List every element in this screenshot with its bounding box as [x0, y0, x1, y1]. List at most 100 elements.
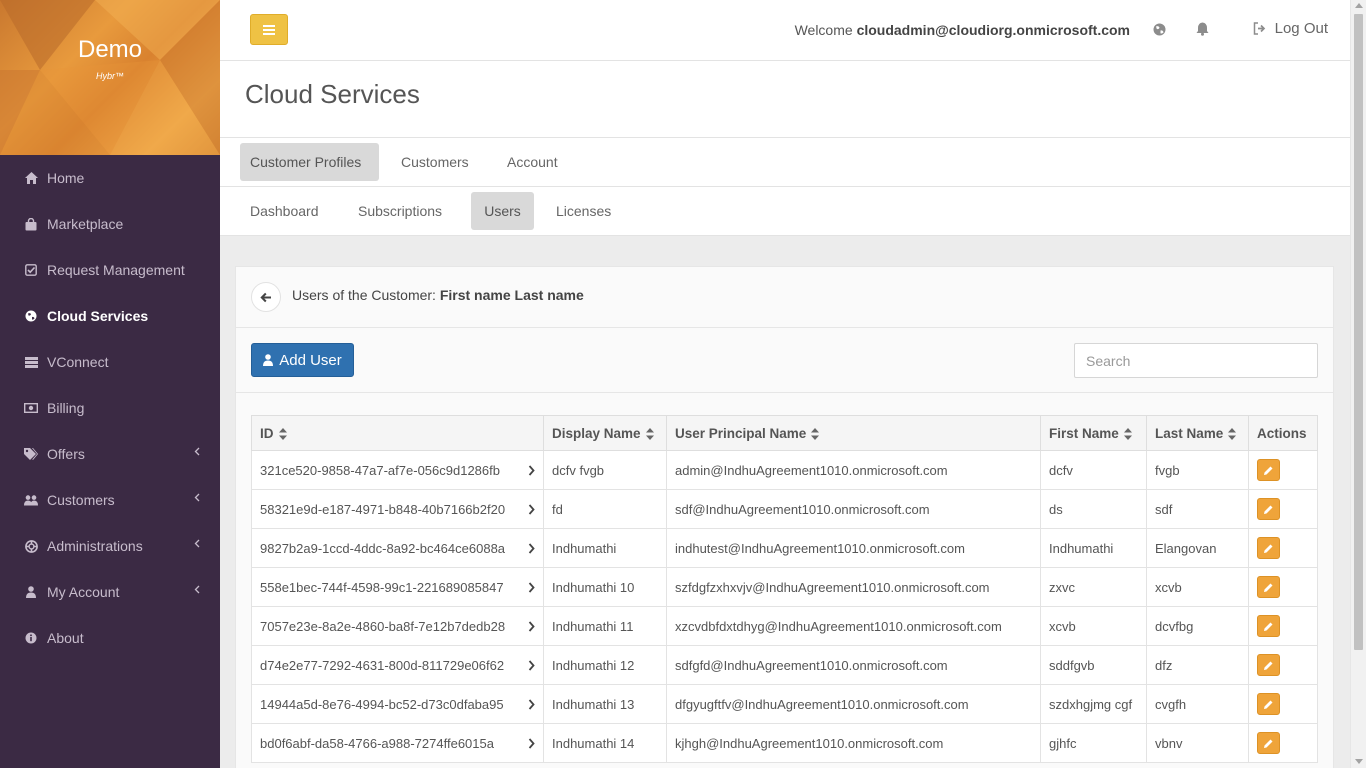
column-header-display-name[interactable]: Display Name: [543, 415, 667, 451]
cell-id: 58321e9d-e187-4971-b848-40b7166b2f20: [251, 489, 544, 529]
page-scrollbar[interactable]: [1350, 0, 1366, 768]
cell-user-principal-name: indhutest@IndhuAgreement1010.onmicrosoft…: [666, 528, 1041, 568]
cell-id: 558e1bec-744f-4598-99c1-221689085847: [251, 567, 544, 607]
sidebar-item-request-management[interactable]: Request Management: [0, 247, 220, 293]
tab-licenses[interactable]: Licenses: [546, 192, 621, 230]
money-icon: [24, 401, 38, 415]
sidebar-item-billing[interactable]: Billing: [0, 385, 220, 431]
search-input[interactable]: [1074, 343, 1318, 378]
pencil-icon: [1264, 505, 1273, 514]
sort-icon: [645, 427, 654, 440]
customer-name: First name Last name: [439, 287, 584, 303]
sort-icon: [278, 427, 287, 440]
scroll-up-icon[interactable]: [1355, 3, 1363, 8]
table-row: 58321e9d-e187-4971-b848-40b7166b2f20 fd …: [251, 489, 1318, 529]
cell-actions: [1248, 450, 1318, 490]
chevron-right-icon[interactable]: [528, 465, 535, 476]
cell-id: 9827b2a9-1ccd-4ddc-8a92-bc464ce6088a: [251, 528, 544, 568]
info-icon: [24, 631, 38, 645]
cell-display-name: Indhumathi 10: [543, 567, 667, 607]
chevron-right-icon[interactable]: [528, 699, 535, 710]
sidebar-item-label: Customers: [47, 492, 115, 508]
edit-button[interactable]: [1257, 537, 1280, 559]
tab-customers[interactable]: Customers: [391, 143, 479, 181]
cell-actions: [1248, 684, 1318, 724]
sidebar-item-vconnect[interactable]: VConnect: [0, 339, 220, 385]
welcome-prefix: Welcome: [794, 22, 853, 38]
logout-button[interactable]: Log Out: [1253, 20, 1328, 37]
sidebar-item-label: VConnect: [47, 354, 109, 370]
chevron-right-icon[interactable]: [528, 504, 535, 515]
logout-label: Log Out: [1274, 20, 1328, 37]
page-title: Cloud Services: [245, 79, 420, 109]
cell-display-name: dcfv fvgb: [543, 450, 667, 490]
edit-button[interactable]: [1257, 693, 1280, 715]
cell-last-name: dfz: [1146, 645, 1249, 685]
cell-first-name: sddfgvb: [1040, 645, 1147, 685]
add-user-button[interactable]: Add User: [251, 343, 354, 377]
chevron-right-icon[interactable]: [528, 660, 535, 671]
edit-button[interactable]: [1257, 576, 1280, 598]
users-table: ID Display Name User Principal Name Firs…: [251, 415, 1318, 763]
cell-first-name: zxvc: [1040, 567, 1147, 607]
table-row: 14944a5d-8e76-4994-bc52-d73c0dfaba95 Ind…: [251, 684, 1318, 724]
tab-dashboard[interactable]: Dashboard: [240, 192, 329, 230]
edit-button[interactable]: [1257, 654, 1280, 676]
user-icon: [24, 585, 38, 599]
sidebar-item-my-account[interactable]: My Account: [0, 569, 220, 615]
edit-button[interactable]: [1257, 732, 1280, 754]
edit-button[interactable]: [1257, 615, 1280, 637]
chevron-right-icon[interactable]: [528, 738, 535, 749]
page-header: Cloud Services: [220, 61, 1350, 138]
panel-header: Users of the Customer: First name Last n…: [236, 267, 1333, 328]
cell-last-name: sdf: [1146, 489, 1249, 529]
edit-button[interactable]: [1257, 459, 1280, 481]
table-row: 321ce520-9858-47a7-af7e-056c9d1286fb dcf…: [251, 450, 1318, 490]
notifications-button[interactable]: [1194, 21, 1210, 37]
sidebar-item-about[interactable]: About: [0, 615, 220, 661]
shopping-bag-icon: [24, 217, 38, 231]
edit-button[interactable]: [1257, 498, 1280, 520]
sidebar-item-customers[interactable]: Customers: [0, 477, 220, 523]
cell-actions: [1248, 528, 1318, 568]
sidebar-item-cloud-services[interactable]: Cloud Services: [0, 293, 220, 339]
tab-customer-profiles[interactable]: Customer Profiles: [240, 143, 379, 181]
tab-users[interactable]: Users: [471, 192, 534, 230]
sidebar-item-offers[interactable]: Offers: [0, 431, 220, 477]
cell-first-name: szdxhgjmg cgf: [1040, 684, 1147, 724]
welcome-text: Welcome cloudadmin@cloudiorg.onmicrosoft…: [795, 22, 1130, 38]
cell-user-principal-name: kjhgh@IndhuAgreement1010.onmicrosoft.com: [666, 723, 1041, 763]
chevron-right-icon[interactable]: [528, 621, 535, 632]
tags-icon: [24, 447, 38, 461]
sidebar-nav: Home Marketplace Request Management Clou…: [0, 155, 220, 661]
sidebar-item-marketplace[interactable]: Marketplace: [0, 201, 220, 247]
back-button[interactable]: [251, 282, 281, 312]
tab-subscriptions[interactable]: Subscriptions: [348, 192, 452, 230]
scroll-down-icon[interactable]: [1355, 759, 1363, 764]
cell-display-name: Indhumathi 12: [543, 645, 667, 685]
column-header-user-principal-name[interactable]: User Principal Name: [666, 415, 1041, 451]
brand-header: Demo Hybr™: [0, 0, 220, 155]
cell-actions: [1248, 489, 1318, 529]
cell-id: 14944a5d-8e76-4994-bc52-d73c0dfaba95: [251, 684, 544, 724]
sidebar-item-home[interactable]: Home: [0, 155, 220, 201]
chevron-right-icon[interactable]: [528, 582, 535, 593]
column-header-id[interactable]: ID: [251, 415, 544, 451]
lifebuoy-icon: [24, 539, 38, 553]
sidebar-item-label: My Account: [47, 584, 120, 600]
scroll-thumb[interactable]: [1354, 14, 1363, 650]
hamburger-icon: [263, 24, 275, 35]
chevron-right-icon[interactable]: [528, 543, 535, 554]
pencil-icon: [1264, 544, 1273, 553]
sidebar-item-label: Cloud Services: [47, 308, 149, 324]
sidebar-item-administrations[interactable]: Administrations: [0, 523, 220, 569]
menu-toggle-button[interactable]: [250, 14, 288, 45]
panel-title-prefix: Users of the Customer:: [292, 287, 436, 303]
cell-last-name: vbnv: [1146, 723, 1249, 763]
column-header-first-name[interactable]: First Name: [1040, 415, 1147, 451]
column-header-last-name[interactable]: Last Name: [1146, 415, 1249, 451]
tab-account[interactable]: Account: [497, 143, 568, 181]
sidebar-item-label: Home: [47, 170, 85, 186]
language-button[interactable]: [1151, 21, 1167, 37]
home-icon: [24, 171, 38, 185]
